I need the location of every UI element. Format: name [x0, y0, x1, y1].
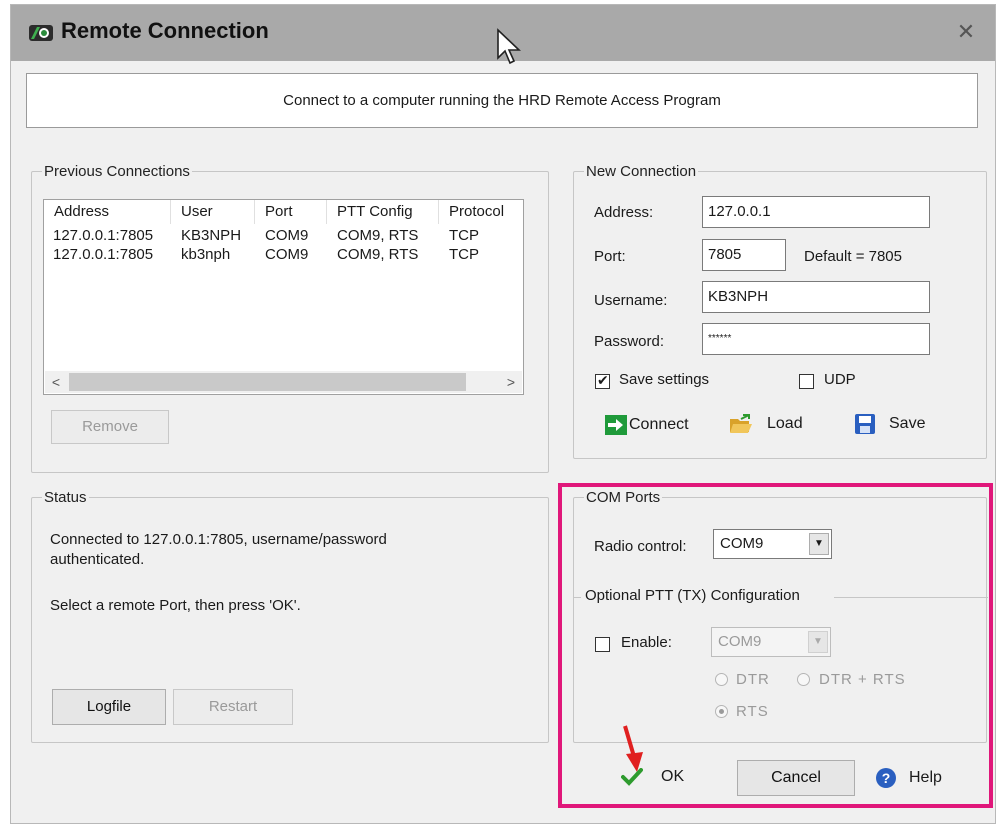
load-label: Load: [767, 415, 803, 432]
connect-label: Connect: [629, 416, 689, 433]
cell-port: COM9: [265, 246, 309, 263]
cell-ptt-config: COM9, RTS: [337, 227, 419, 244]
cell-protocol: TCP: [449, 246, 479, 263]
cancel-button-label: Cancel: [771, 769, 821, 786]
dtr-rts-radio[interactable]: [797, 673, 810, 686]
ok-label: OK: [661, 768, 685, 785]
svg-text:?: ?: [882, 770, 891, 786]
dtr-radio[interactable]: [715, 673, 728, 686]
close-button[interactable]: ✕: [951, 17, 981, 47]
ok-button[interactable]: OK: [621, 768, 684, 786]
mouse-pointer-icon: [497, 28, 521, 65]
cell-protocol: TCP: [449, 227, 479, 244]
radio-control-label: Radio control:: [594, 538, 687, 555]
port-field[interactable]: 7805: [702, 239, 786, 271]
annotation-red-arrow-icon: [623, 725, 643, 772]
remote-connection-dialog: Remote Connection ✕ Connect to a compute…: [10, 4, 996, 824]
column-header-ptt-config[interactable]: PTT Config: [327, 200, 439, 224]
save-label: Save: [889, 415, 926, 432]
enable-ptt-label: Enable:: [621, 634, 672, 651]
ptt-config-legend: Optional PTT (TX) Configuration: [585, 587, 800, 604]
status-line-2: authenticated.: [50, 551, 145, 568]
horizontal-scrollbar[interactable]: < >: [45, 371, 522, 393]
remove-button-label: Remove: [82, 418, 138, 435]
connect-arrow-icon: [605, 415, 627, 435]
cell-address: 127.0.0.1:7805: [53, 227, 154, 244]
cancel-button[interactable]: Cancel: [737, 760, 855, 796]
info-banner: Connect to a computer running the HRD Re…: [26, 73, 978, 128]
status-line-1: Connected to 127.0.0.1:7805, username/pa…: [50, 531, 387, 548]
radio-control-value: COM9: [720, 535, 764, 552]
scroll-left-icon[interactable]: <: [45, 371, 67, 393]
chevron-down-icon[interactable]: ▼: [809, 533, 829, 555]
scroll-right-icon[interactable]: >: [500, 371, 522, 393]
help-icon: ?: [876, 768, 896, 788]
table-row[interactable]: 127.0.0.1:7805 KB3NPH COM9 COM9, RTS TCP: [44, 226, 523, 245]
port-default-label: Default = 7805: [804, 248, 902, 265]
help-label: Help: [909, 769, 942, 786]
save-settings-checkbox[interactable]: ✔: [595, 372, 610, 389]
ptt-separator-left: [573, 597, 581, 598]
cell-address: 127.0.0.1:7805: [53, 246, 154, 263]
dtr-radio-label: DTR: [736, 671, 770, 688]
password-field[interactable]: ******: [702, 323, 930, 355]
cell-user: KB3NPH: [181, 227, 242, 244]
address-label: Address:: [594, 204, 654, 221]
cell-user: kb3nph: [181, 246, 231, 263]
list-header: Address User Port PTT Config Protocol: [44, 200, 523, 224]
banner-text: Connect to a computer running the HRD Re…: [283, 92, 721, 109]
ptt-port-select[interactable]: COM9 ▼: [711, 627, 831, 657]
new-connection-legend: New Connection: [586, 163, 697, 180]
chevron-down-icon[interactable]: ▼: [808, 631, 828, 653]
restart-button[interactable]: Restart: [173, 689, 293, 725]
com-ports-group: COM Ports: [573, 489, 987, 743]
username-label: Username:: [594, 292, 668, 309]
port-label: Port:: [594, 248, 626, 265]
help-button[interactable]: ? Help: [875, 767, 942, 789]
enable-ptt-checkbox[interactable]: [595, 637, 610, 652]
close-icon: ✕: [956, 19, 976, 44]
dialog-title: Remote Connection: [61, 18, 269, 43]
status-legend: Status: [44, 489, 87, 506]
status-line-3: Select a remote Port, then press 'OK'.: [50, 597, 301, 614]
com-ports-legend: COM Ports: [586, 489, 661, 506]
logfile-button-label: Logfile: [86, 698, 132, 715]
rts-radio[interactable]: [715, 705, 728, 718]
connect-button[interactable]: Connect: [605, 415, 689, 435]
udp-checkbox[interactable]: [799, 374, 814, 389]
connections-list[interactable]: Address User Port PTT Config Protocol 12…: [43, 199, 524, 395]
table-row[interactable]: 127.0.0.1:7805 kb3nph COM9 COM9, RTS TCP: [44, 245, 523, 264]
previous-connections-legend: Previous Connections: [44, 163, 190, 180]
cell-ptt-config: COM9, RTS: [337, 246, 419, 263]
checkmark-icon: [621, 768, 643, 786]
save-settings-label: Save settings: [619, 371, 710, 388]
radio-control-select[interactable]: COM9 ▼: [713, 529, 832, 559]
column-header-protocol[interactable]: Protocol: [439, 200, 525, 224]
save-button[interactable]: Save: [855, 414, 925, 434]
restart-button-label: Restart: [208, 698, 258, 715]
rts-radio-label: RTS: [736, 703, 769, 720]
scrollbar-thumb[interactable]: [69, 373, 466, 391]
dtr-rts-radio-label: DTR + RTS: [819, 671, 906, 688]
address-field[interactable]: 127.0.0.1: [702, 196, 930, 228]
column-header-port[interactable]: Port: [255, 200, 327, 224]
password-label: Password:: [594, 333, 665, 350]
username-field[interactable]: KB3NPH: [702, 281, 930, 313]
udp-label: UDP: [824, 371, 856, 388]
ptt-port-value: COM9: [718, 633, 762, 650]
cell-port: COM9: [265, 227, 309, 244]
floppy-disk-icon: [855, 414, 875, 434]
folder-open-icon: [730, 414, 752, 433]
column-header-user[interactable]: User: [171, 200, 255, 224]
ptt-separator-right: [834, 597, 988, 598]
logfile-button[interactable]: Logfile: [52, 689, 166, 725]
remove-button[interactable]: Remove: [51, 410, 169, 444]
app-logo-icon: [29, 25, 53, 41]
column-header-address[interactable]: Address: [44, 200, 171, 224]
load-button[interactable]: Load: [729, 413, 803, 435]
checkmark-icon: ✔: [597, 372, 609, 388]
